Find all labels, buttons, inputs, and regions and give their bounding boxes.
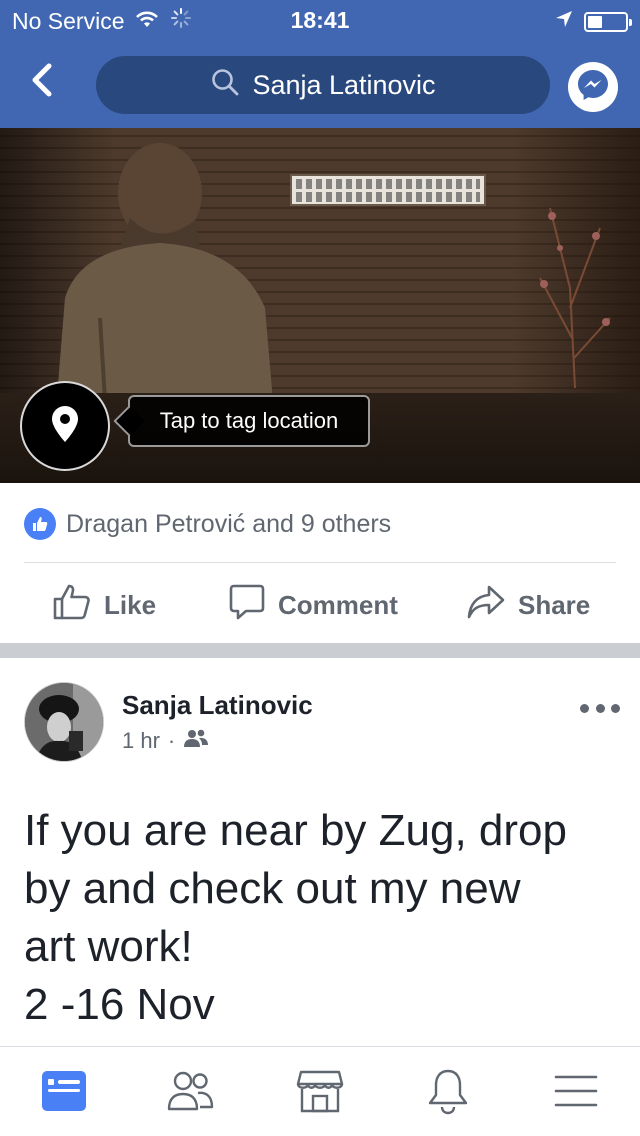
more-options-button[interactable] <box>580 696 620 720</box>
thumbs-up-icon <box>24 508 56 540</box>
comment-button[interactable]: Comment <box>228 574 398 636</box>
tab-menu[interactable] <box>546 1063 606 1123</box>
marquee-sign <box>290 174 486 206</box>
comment-bubble-icon <box>228 583 266 628</box>
friends-icon <box>166 1069 214 1118</box>
author-avatar[interactable] <box>24 682 104 762</box>
status-bar: No Service 18:41 <box>0 0 640 40</box>
messenger-icon <box>576 68 610 107</box>
dot <box>611 703 620 713</box>
menu-icon <box>554 1073 598 1114</box>
map-pin-icon <box>50 404 80 449</box>
tab-notifications[interactable] <box>418 1063 478 1123</box>
battery-icon <box>584 11 632 32</box>
tab-marketplace[interactable] <box>290 1063 350 1123</box>
share-label: Share <box>518 589 591 620</box>
meta-separator: · <box>167 728 176 753</box>
notifications-icon <box>426 1067 470 1120</box>
like-label: Like <box>104 589 157 620</box>
search-query: Sanja Latinovic <box>252 69 436 100</box>
post-text: If you are near by Zug, drop by and chec… <box>24 806 567 1029</box>
share-button[interactable]: Share <box>466 574 590 636</box>
marketplace-icon <box>295 1068 345 1119</box>
tab-news-feed[interactable] <box>34 1063 94 1123</box>
tab-friends[interactable] <box>160 1063 220 1123</box>
search-icon <box>210 67 240 104</box>
location-arrow-icon <box>554 9 574 34</box>
navigation-bar: Sanja Latinovic <box>0 40 640 128</box>
tag-location-button[interactable] <box>20 381 110 471</box>
tab-bar <box>0 1046 640 1136</box>
back-button[interactable] <box>20 60 64 104</box>
post-actions: Like Comment Share <box>0 574 640 636</box>
divider <box>24 562 616 563</box>
reactions-text: Dragan Petrović and 9 others <box>66 509 392 538</box>
status-time: 18:41 <box>290 7 350 33</box>
plant-branches <box>539 207 611 388</box>
dot <box>595 703 605 713</box>
friends-audience-icon[interactable] <box>183 728 209 754</box>
post-time[interactable]: 1 hr <box>122 728 160 754</box>
feed-separator <box>0 643 640 658</box>
tooltip-text: Tap to tag location <box>159 408 339 433</box>
news-feed-icon <box>40 1069 88 1118</box>
tag-location-tooltip[interactable]: Tap to tag location <box>128 395 370 447</box>
search-bar[interactable]: Sanja Latinovic <box>96 56 550 114</box>
reactions-summary[interactable]: Dragan Petrović and 9 others <box>24 506 391 542</box>
messenger-button[interactable] <box>568 62 618 112</box>
comment-label: Comment <box>278 589 398 620</box>
thumbs-up-outline-icon <box>52 583 92 628</box>
post-meta: 1 hr · <box>122 728 209 754</box>
post-author[interactable]: Sanja Latinovic <box>122 690 313 721</box>
share-arrow-icon <box>466 584 506 627</box>
chevron-left-icon <box>30 63 54 102</box>
like-button[interactable]: Like <box>52 574 156 636</box>
dot <box>580 703 589 713</box>
